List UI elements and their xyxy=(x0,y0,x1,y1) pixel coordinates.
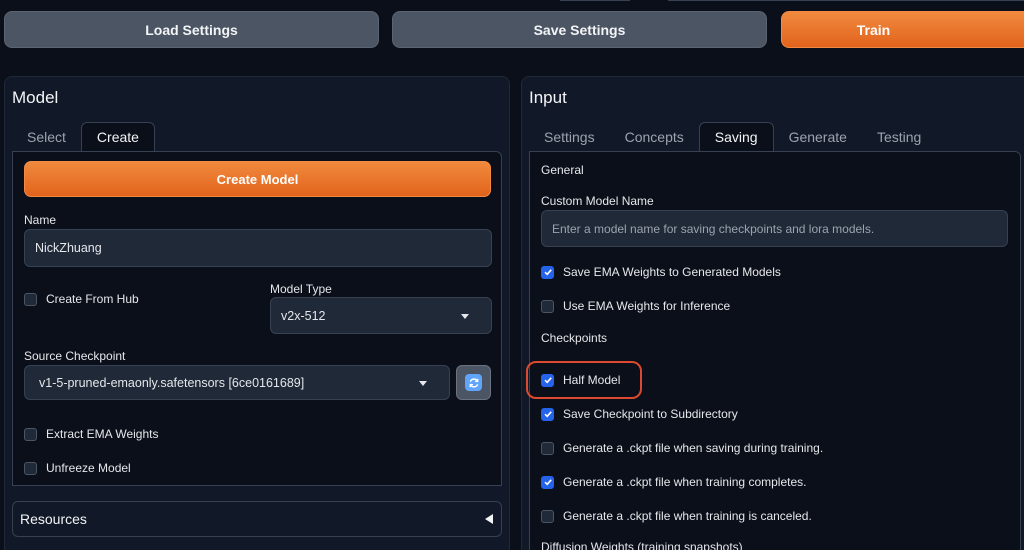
input-panel: Input Settings Concepts Saving Generate … xyxy=(521,76,1024,550)
ckpt-training-canceled-label: Generate a .ckpt file when training is c… xyxy=(563,509,812,523)
ckpt-during-training-label: Generate a .ckpt file when saving during… xyxy=(563,441,824,455)
tab-strip-segment xyxy=(560,0,630,1)
checkbox-box[interactable] xyxy=(24,292,37,306)
check-icon xyxy=(543,479,552,486)
unfreeze-model-checkbox[interactable]: Unfreeze Model xyxy=(24,461,131,475)
model-type-label: Model Type xyxy=(270,282,332,296)
use-ema-weights-checkbox[interactable]: Use EMA Weights for Inference xyxy=(541,299,730,313)
ckpt-training-completes-label: Generate a .ckpt file when training comp… xyxy=(563,475,807,489)
create-tab-content: Create Model Name NickZhuang Create From… xyxy=(12,151,502,486)
create-model-button[interactable]: Create Model xyxy=(24,161,491,197)
input-panel-title: Input xyxy=(529,88,567,107)
create-from-hub-label: Create From Hub xyxy=(46,292,139,306)
source-checkpoint-value: v1-5-pruned-emaonly.safetensors [6ce0161… xyxy=(39,375,305,390)
saving-tab-content: General Custom Model Name Enter a model … xyxy=(526,151,1021,550)
save-settings-button[interactable]: Save Settings xyxy=(392,11,767,48)
check-icon xyxy=(543,411,552,418)
ckpt-training-canceled-checkbox[interactable]: Generate a .ckpt file when training is c… xyxy=(541,509,812,523)
checkbox-checked[interactable] xyxy=(541,407,554,421)
checkbox-box[interactable] xyxy=(541,509,554,523)
caret-left-icon xyxy=(485,514,493,524)
extract-ema-label: Extract EMA Weights xyxy=(46,427,159,441)
general-heading: General xyxy=(541,163,584,177)
checkbox-box[interactable] xyxy=(24,461,37,475)
checkbox-box[interactable] xyxy=(24,427,37,441)
refresh-icon xyxy=(465,374,482,391)
tab-settings[interactable]: Settings xyxy=(529,123,610,151)
tab-create[interactable]: Create xyxy=(80,122,155,151)
chevron-down-icon xyxy=(419,380,427,386)
resources-label: Resources xyxy=(20,511,87,527)
chevron-down-icon xyxy=(461,313,469,319)
save-checkpoint-subdir-checkbox[interactable]: Save Checkpoint to Subdirectory xyxy=(541,407,738,421)
extract-ema-checkbox[interactable]: Extract EMA Weights xyxy=(24,427,158,441)
ckpt-during-training-checkbox[interactable]: Generate a .ckpt file when saving during… xyxy=(541,441,823,455)
refresh-checkpoints-button[interactable] xyxy=(456,365,491,400)
top-tab-strip xyxy=(0,0,1024,4)
model-type-select[interactable]: v2x-512 xyxy=(270,297,492,334)
custom-model-name-label: Custom Model Name xyxy=(541,194,654,208)
checkbox-checked[interactable] xyxy=(541,265,554,279)
check-icon xyxy=(543,269,552,276)
save-ema-weights-checkbox[interactable]: Save EMA Weights to Generated Models xyxy=(541,265,781,279)
tab-testing[interactable]: Testing xyxy=(862,123,936,151)
train-button-label: Train xyxy=(856,21,891,38)
save-ema-weights-label: Save EMA Weights to Generated Models xyxy=(563,265,781,279)
source-checkpoint-select[interactable]: v1-5-pruned-emaonly.safetensors [6ce0161… xyxy=(24,365,450,400)
checkbox-box[interactable] xyxy=(541,441,554,455)
checkpoints-heading: Checkpoints xyxy=(541,331,608,345)
unfreeze-model-label: Unfreeze Model xyxy=(46,461,131,475)
custom-model-name-input[interactable]: Enter a model name for saving checkpoint… xyxy=(541,210,1008,247)
checkbox-checked[interactable] xyxy=(541,475,554,489)
diffusion-weights-heading: Diffusion Weights (training snapshots) xyxy=(541,540,743,550)
tab-select[interactable]: Select xyxy=(12,123,81,151)
create-from-hub-checkbox[interactable]: Create From Hub xyxy=(24,292,139,306)
model-type-value: v2x-512 xyxy=(281,308,326,323)
name-input[interactable]: NickZhuang xyxy=(24,229,492,267)
model-tabs: Select Create xyxy=(12,122,155,151)
tab-saving[interactable]: Saving xyxy=(698,122,774,151)
input-tabs: Settings Concepts Saving Generate Testin… xyxy=(529,122,936,151)
load-settings-button[interactable]: Load Settings xyxy=(4,11,379,48)
use-ema-weights-label: Use EMA Weights for Inference xyxy=(563,299,731,313)
tab-strip-segment xyxy=(668,0,1024,1)
ckpt-training-completes-checkbox[interactable]: Generate a .ckpt file when training comp… xyxy=(541,475,806,489)
source-checkpoint-label: Source Checkpoint xyxy=(24,349,126,363)
train-button[interactable]: Train xyxy=(781,11,1024,48)
model-panel: Model Select Create Create Model Name Ni… xyxy=(4,76,510,550)
tab-generate[interactable]: Generate xyxy=(774,123,862,151)
checkbox-box[interactable] xyxy=(541,299,554,313)
save-checkpoint-subdir-label: Save Checkpoint to Subdirectory xyxy=(563,407,738,421)
resources-accordion[interactable]: Resources xyxy=(12,501,502,537)
model-panel-title: Model xyxy=(12,88,59,107)
name-label: Name xyxy=(24,213,57,227)
highlight-annotation xyxy=(526,361,642,399)
tab-concepts[interactable]: Concepts xyxy=(610,123,699,151)
